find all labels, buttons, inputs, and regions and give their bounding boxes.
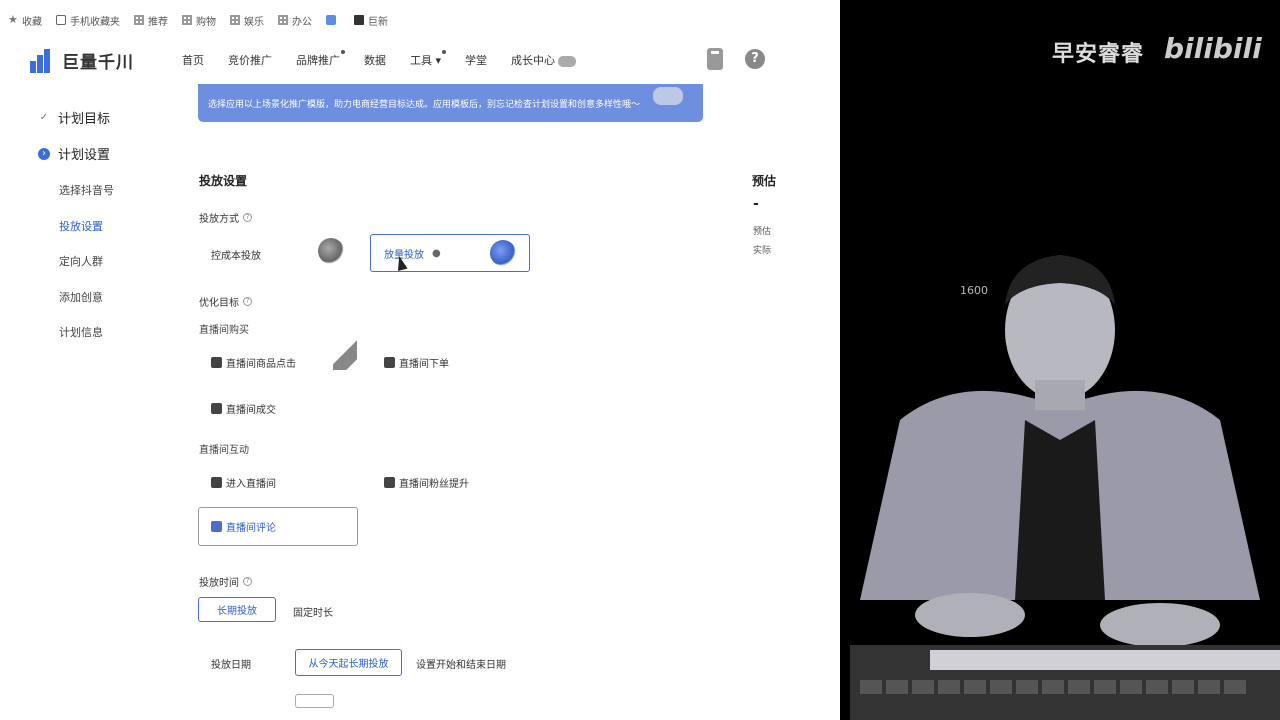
group-purchase-label: 直播间购买 bbox=[199, 325, 249, 336]
sidebar-item-creative[interactable]: 添加创意 bbox=[59, 289, 103, 305]
nav-item-data[interactable]: 数据 bbox=[364, 52, 386, 68]
option-comment[interactable]: 直播间评论 bbox=[198, 507, 358, 546]
option-set-dates[interactable]: 设置开始和结束日期 bbox=[416, 656, 506, 671]
actual-line: 实际 bbox=[753, 246, 772, 256]
grid-icon bbox=[182, 15, 192, 25]
badge-dot-icon bbox=[442, 50, 447, 54]
nav-item-academy[interactable]: 学堂 bbox=[465, 52, 487, 68]
option-cost-control[interactable]: 控成本投放 bbox=[211, 247, 261, 262]
nav-item-brand[interactable]: 品牌推广 bbox=[296, 50, 345, 68]
badge-dot-icon bbox=[341, 50, 345, 54]
nav-menu: 首页 竞价推广 品牌推广 数据 工具 ▾ 学堂 成长中心 bbox=[182, 50, 600, 68]
presenter-image bbox=[840, 0, 1280, 720]
pointer-icon bbox=[211, 357, 222, 368]
webcam-video: 早安睿睿 bilibili 1600 新内容 bbox=[840, 0, 1280, 720]
estimate-line: 预估 bbox=[753, 227, 772, 237]
sidebar-item-plan-info[interactable]: 计划信息 bbox=[59, 324, 103, 340]
info-icon[interactable]: ? bbox=[243, 577, 252, 586]
overlay-text: 新内容 bbox=[1005, 332, 1038, 345]
star-icon: ★ bbox=[8, 13, 18, 26]
doc-icon bbox=[354, 15, 364, 25]
nav-item-growth[interactable]: 成长中心 bbox=[511, 52, 577, 68]
logo-text: 巨量千川 bbox=[62, 53, 134, 73]
section-title: 投放设置 bbox=[199, 174, 248, 188]
info-icon[interactable]: ? bbox=[243, 213, 252, 222]
step-plan-settings[interactable]: › 计划设置 bbox=[38, 144, 110, 163]
clipboard-icon[interactable] bbox=[707, 48, 723, 70]
grid-icon bbox=[278, 15, 288, 25]
bookmark-item[interactable]: 巨新 bbox=[354, 13, 388, 28]
banner-toggle-button[interactable] bbox=[653, 87, 683, 105]
nav-item-tools[interactable]: 工具 ▾ bbox=[410, 50, 447, 68]
date-label: 投放日期 bbox=[211, 660, 251, 671]
jellyfish-illustration-icon bbox=[490, 240, 516, 266]
deal-icon bbox=[211, 403, 222, 414]
bilibili-logo: bilibili bbox=[1164, 32, 1262, 65]
option-fans-growth[interactable]: 直播间粉丝提升 bbox=[384, 475, 469, 490]
sidebar-item-douyin-account[interactable]: 选择抖音号 bbox=[59, 182, 114, 198]
browser-window: ★ 收藏 手机收藏夹 推荐 购物 娱乐 办公 巨新 巨量千川 首页 竞价推广 品牌… bbox=[0, 0, 840, 720]
chevron-down-icon: ▾ bbox=[432, 54, 442, 67]
channel-watermark: 早安睿睿 bbox=[1052, 42, 1145, 67]
bookmark-item[interactable]: 购物 bbox=[182, 13, 216, 28]
bookmark-item[interactable]: 手机收藏夹 bbox=[56, 13, 120, 28]
template-banner: 选择应用以上场景化推广模版，助力电商经营目标达成。应用模板后，别忘记检查计划设置… bbox=[198, 84, 703, 122]
nav-item-bidding[interactable]: 竞价推广 bbox=[228, 52, 272, 68]
step-active-icon: › bbox=[38, 147, 50, 160]
group-interaction-label: 直播间互动 bbox=[199, 445, 249, 456]
comment-icon bbox=[211, 521, 222, 532]
sidebar-item-targeting[interactable]: 定向人群 bbox=[59, 253, 103, 269]
logo-icon bbox=[30, 48, 56, 73]
jellyfish-illustration-icon bbox=[318, 238, 344, 264]
cart-icon bbox=[384, 357, 395, 368]
phone-icon bbox=[56, 15, 66, 25]
grid-icon bbox=[134, 15, 144, 25]
logo[interactable]: 巨量千川 bbox=[30, 48, 134, 73]
bookmark-item[interactable]: 推荐 bbox=[134, 13, 168, 28]
bulb-icon: ● bbox=[432, 247, 441, 259]
goal-label: 优化目标? bbox=[199, 294, 252, 309]
user-icon bbox=[384, 477, 395, 488]
info-icon[interactable]: ? bbox=[243, 297, 252, 306]
top-nav: 巨量千川 首页 竞价推广 品牌推广 数据 工具 ▾ 学堂 成长中心 ? bbox=[0, 40, 840, 82]
time-label: 投放时间? bbox=[199, 574, 252, 589]
option-enter-room[interactable]: 进入直播间 bbox=[211, 475, 276, 490]
chat-bubble-icon bbox=[558, 55, 577, 67]
bookmark-item[interactable] bbox=[326, 15, 340, 25]
bookmarks-bar: ★ 收藏 手机收藏夹 推荐 购物 娱乐 办公 巨新 bbox=[0, 0, 840, 40]
overlay-text: 1600 bbox=[960, 284, 988, 297]
nav-item-home[interactable]: 首页 bbox=[182, 52, 204, 68]
partial-option-box[interactable] bbox=[295, 694, 334, 708]
grid-icon bbox=[230, 15, 240, 25]
blue-square-icon bbox=[326, 15, 336, 25]
bookmark-item[interactable]: 娱乐 bbox=[230, 13, 264, 28]
estimate-title: 预估 bbox=[752, 174, 777, 188]
estimate-value: - bbox=[753, 196, 759, 212]
sidebar-item-delivery-settings[interactable]: 投放设置 bbox=[59, 218, 103, 234]
recommend-tag-icon bbox=[333, 340, 357, 370]
nav-right-tools: ? bbox=[707, 48, 765, 70]
option-fixed-duration[interactable]: 固定时长 bbox=[293, 604, 333, 619]
option-product-click[interactable]: 直播间商品点击 bbox=[211, 355, 296, 370]
option-deal[interactable]: 直播间成交 bbox=[211, 401, 276, 416]
check-icon: ✓ bbox=[39, 111, 49, 123]
bookmark-item[interactable]: 办公 bbox=[278, 13, 312, 28]
step-plan-goal[interactable]: ✓ 计划目标 bbox=[38, 108, 110, 128]
enter-icon bbox=[211, 477, 222, 488]
method-label: 投放方式? bbox=[199, 210, 252, 225]
option-long-term[interactable]: 长期投放 bbox=[198, 597, 276, 622]
bookmark-item[interactable]: ★ 收藏 bbox=[8, 13, 42, 28]
option-start-today[interactable]: 从今天起长期投放 bbox=[295, 649, 402, 676]
option-order[interactable]: 直播间下单 bbox=[384, 355, 449, 370]
help-icon[interactable]: ? bbox=[745, 49, 765, 69]
